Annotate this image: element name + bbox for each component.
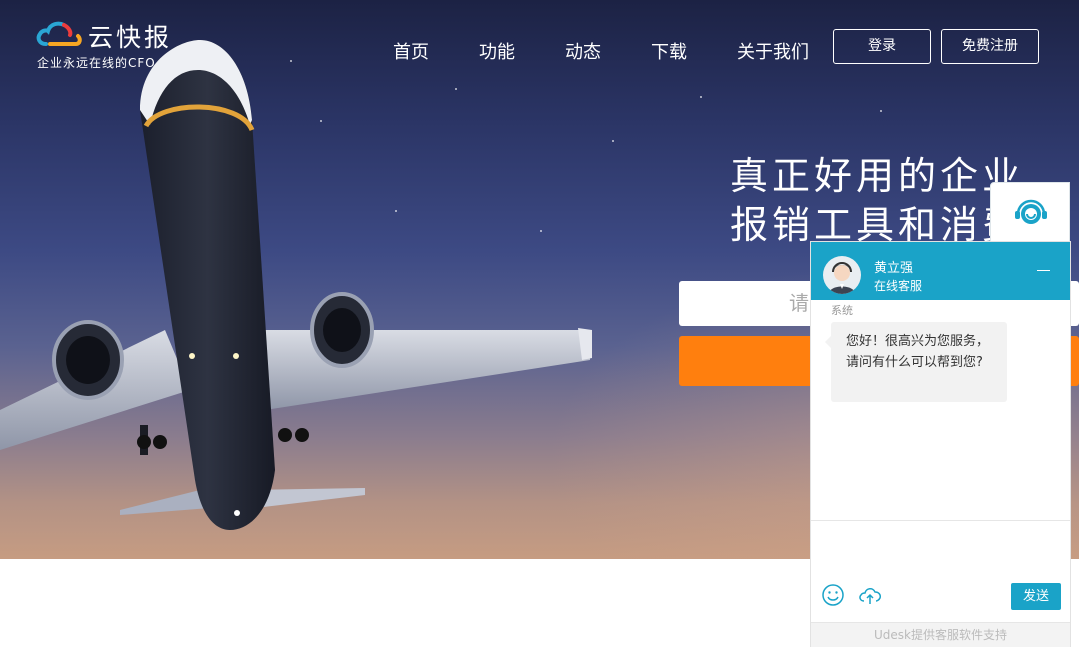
upload-button[interactable] xyxy=(858,583,882,607)
nav-item-features[interactable]: 功能 xyxy=(479,38,515,64)
send-button[interactable]: 发送 xyxy=(1011,583,1061,610)
login-button[interactable]: 登录 xyxy=(833,29,931,64)
customer-service-launcher[interactable] xyxy=(990,182,1070,242)
airplane-image xyxy=(0,40,592,530)
welcome-message: 您好！很高兴为您服务，请问有什么可以帮到您? xyxy=(825,322,1007,402)
nav-item-news[interactable]: 动态 xyxy=(565,38,601,64)
cloud-logo-icon xyxy=(36,21,82,46)
chat-widget: 黄立强 在线客服 系统 您好！很高兴为您服务，请问有什么可以帮到您? 发送 Ud… xyxy=(810,241,1071,647)
customer-service-icon xyxy=(1015,199,1047,224)
smiley-icon xyxy=(822,584,844,606)
register-button[interactable]: 免费注册 xyxy=(941,29,1039,64)
page: 云快报 企业永远在线的CFO 首页 功能 动态 下载 关于我们 登录 免费注册 … xyxy=(0,0,1079,647)
hero-headline-line1: 真正好用的企业 xyxy=(729,154,1024,198)
system-label: 系统 xyxy=(831,304,853,317)
avatar xyxy=(823,256,861,294)
cloud-upload-icon xyxy=(859,588,881,604)
minimize-button[interactable] xyxy=(1035,261,1051,275)
minimize-icon xyxy=(1037,270,1050,271)
brand-slogan: 企业永远在线的CFO xyxy=(37,56,156,70)
star xyxy=(880,110,882,112)
emoji-button[interactable] xyxy=(821,583,845,607)
nav-item-about[interactable]: 关于我们 xyxy=(737,38,809,64)
agent-status: 在线客服 xyxy=(874,279,923,293)
star xyxy=(700,96,702,98)
nav-item-download[interactable]: 下载 xyxy=(651,38,687,64)
chat-header: 黄立强 在线客服 xyxy=(811,242,1070,300)
chat-input[interactable] xyxy=(811,521,1070,577)
agent-name: 黄立强 xyxy=(874,261,914,276)
agent-avatar-icon xyxy=(829,262,855,294)
chat-footer: Udesk提供客服软件支持 xyxy=(811,622,1070,647)
nav-item-home[interactable]: 首页 xyxy=(393,38,429,64)
brand-name: 云快报 xyxy=(88,23,173,52)
